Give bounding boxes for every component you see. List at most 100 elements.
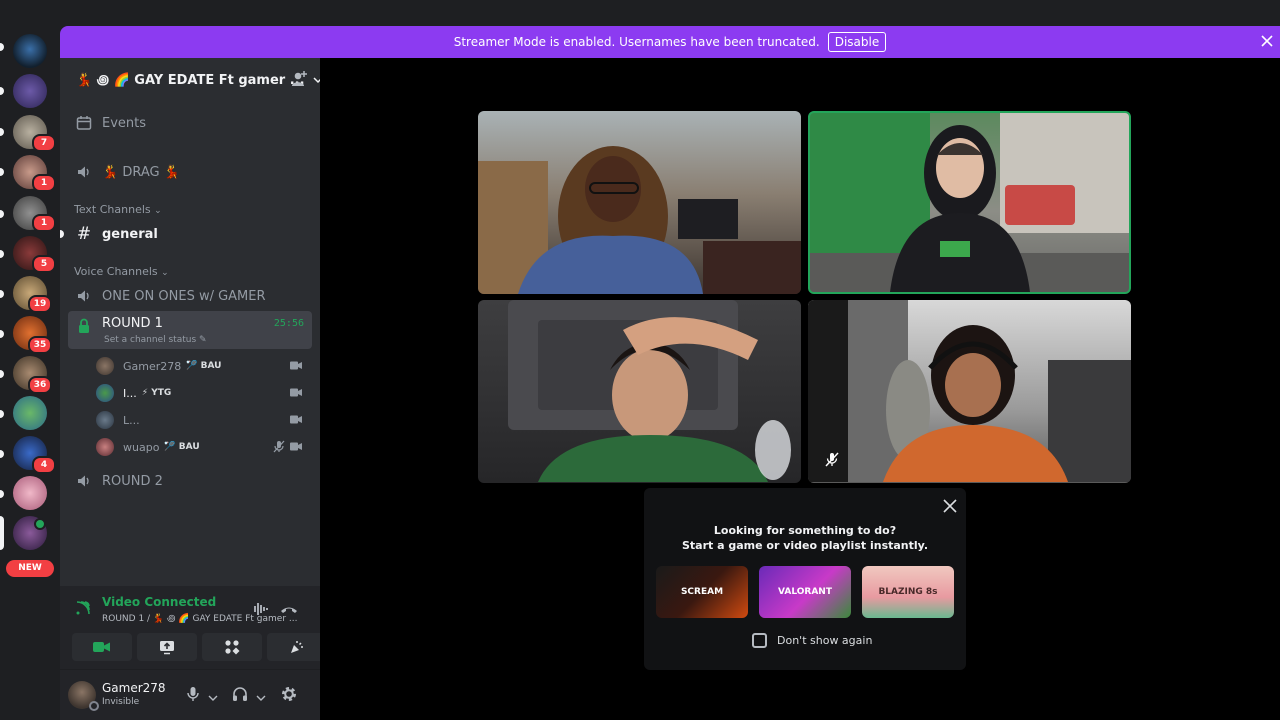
gear-icon[interactable] bbox=[280, 685, 298, 707]
mic-muted-icon bbox=[273, 440, 285, 453]
member-tag: YTG bbox=[151, 388, 172, 398]
pencil-icon: ✎ bbox=[199, 335, 207, 345]
mention-badge: 7 bbox=[32, 134, 56, 152]
user-panel: Gamer278 Invisible bbox=[60, 670, 320, 720]
channel-label: 💃 DRAG 💃 bbox=[102, 164, 180, 180]
add-member-icon[interactable] bbox=[290, 70, 308, 92]
video-icon bbox=[290, 415, 302, 424]
video-icon bbox=[290, 388, 302, 397]
tag-icon: 🏸 bbox=[164, 442, 176, 452]
channel-one-on-ones[interactable]: ONE ON ONES w/ GAMER bbox=[68, 282, 312, 310]
soundboard-button[interactable] bbox=[267, 633, 327, 661]
unread-indicator bbox=[0, 43, 4, 51]
voice-member[interactable]: Gamer278 🏸 BAU bbox=[96, 354, 310, 378]
video-tile[interactable] bbox=[808, 300, 1131, 483]
mention-badge: 36 bbox=[28, 376, 52, 394]
channel-label: ROUND 2 bbox=[102, 473, 163, 489]
tag-icon: ⚡ bbox=[141, 388, 149, 398]
headphones-icon[interactable] bbox=[232, 686, 248, 706]
voice-status-title[interactable]: Video Connected bbox=[102, 595, 216, 609]
unread-indicator bbox=[0, 210, 4, 218]
channel-drag[interactable]: 💃 DRAG 💃 bbox=[68, 158, 312, 186]
hashtag-icon: # bbox=[76, 224, 92, 244]
chevron-down-icon: ⌄ bbox=[154, 206, 162, 216]
voice-member[interactable]: I... ⚡ YTG bbox=[96, 381, 310, 405]
video-icon bbox=[290, 442, 302, 451]
unread-indicator bbox=[0, 128, 4, 136]
dont-show-again-checkbox[interactable]: Don't show again bbox=[752, 633, 872, 648]
lock-speaker-icon bbox=[74, 316, 94, 336]
chevron-down-icon[interactable] bbox=[208, 688, 218, 707]
avatar bbox=[96, 384, 114, 402]
mention-badge: 35 bbox=[28, 336, 52, 354]
banner-message: Streamer Mode is enabled. Usernames have… bbox=[453, 35, 820, 49]
tag-icon: 🏸 bbox=[186, 361, 198, 371]
unread-indicator bbox=[0, 330, 4, 338]
call-timer: 25:56 bbox=[273, 318, 304, 329]
unread-indicator bbox=[0, 490, 4, 498]
screen-share-button[interactable] bbox=[137, 633, 197, 661]
screen-share-icon bbox=[160, 641, 174, 655]
video-feed bbox=[508, 300, 791, 482]
unread-indicator bbox=[0, 410, 4, 418]
disable-button[interactable]: Disable bbox=[827, 32, 887, 52]
server-icon[interactable] bbox=[13, 74, 47, 108]
guild-header[interactable]: 💃 ꩜ 🌈 GAY EDATE Ft gamer ... bbox=[60, 58, 323, 100]
category-label: Voice Channels bbox=[74, 265, 158, 278]
chevron-down-icon[interactable] bbox=[256, 688, 266, 707]
server-icon[interactable] bbox=[13, 476, 47, 510]
checkbox[interactable] bbox=[752, 633, 767, 648]
close-icon[interactable] bbox=[1258, 32, 1276, 50]
server-icon[interactable] bbox=[13, 34, 47, 68]
signal-icon[interactable] bbox=[75, 600, 91, 620]
chevron-down-icon: ⌄ bbox=[161, 268, 169, 278]
activity-card[interactable]: BLAZING 8s bbox=[862, 566, 954, 618]
category-label: Text Channels bbox=[74, 203, 151, 216]
avatar bbox=[96, 357, 114, 375]
microphone-icon[interactable] bbox=[186, 686, 200, 706]
unread-indicator bbox=[0, 290, 4, 298]
channel-round-2[interactable]: ROUND 2 bbox=[68, 467, 312, 495]
speaker-icon bbox=[74, 162, 94, 182]
voice-connection-panel: Video Connected ROUND 1 / 💃 ꩜ 🌈 GAY EDAT… bbox=[60, 586, 327, 670]
mention-badge: 5 bbox=[32, 255, 56, 273]
member-tag: BAU bbox=[200, 361, 222, 371]
video-tile[interactable] bbox=[478, 111, 801, 294]
user-name[interactable]: Gamer278 bbox=[102, 681, 166, 695]
mention-badge: 1 bbox=[32, 214, 56, 232]
disconnect-icon[interactable] bbox=[280, 601, 298, 621]
voice-channels-category[interactable]: Voice Channels ⌄ bbox=[74, 265, 169, 278]
channel-general[interactable]: # general bbox=[68, 220, 312, 248]
mention-badge: 1 bbox=[32, 174, 56, 192]
events-label: Events bbox=[102, 115, 147, 131]
activity-card[interactable]: VALORANT bbox=[759, 566, 851, 618]
channel-round-1[interactable]: ROUND 1 25:56 Set a channel status ✎ bbox=[68, 311, 312, 349]
activities-button[interactable] bbox=[202, 633, 262, 661]
close-icon[interactable] bbox=[942, 498, 958, 518]
member-name: Gamer278 bbox=[123, 359, 182, 373]
popup-message: Looking for something to do? Start a gam… bbox=[644, 523, 966, 553]
selected-indicator bbox=[0, 516, 4, 550]
status-label: Set a channel status bbox=[104, 335, 197, 345]
unread-indicator bbox=[0, 250, 4, 258]
text-channels-category[interactable]: Text Channels ⌄ bbox=[74, 203, 162, 216]
member-name: I... bbox=[123, 386, 137, 400]
voice-activity-icon bbox=[34, 518, 46, 530]
activity-card[interactable]: SCREAM bbox=[656, 566, 748, 618]
user-status: Invisible bbox=[102, 697, 140, 707]
avatar bbox=[96, 411, 114, 429]
voice-member[interactable]: wuapo 🏸 BAU bbox=[96, 435, 310, 459]
channel-label: ONE ON ONES w/ GAMER bbox=[102, 288, 266, 304]
events-item[interactable]: Events bbox=[68, 109, 312, 137]
video-icon bbox=[93, 642, 110, 652]
new-badge: NEW bbox=[6, 560, 54, 577]
video-tile[interactable] bbox=[478, 300, 801, 483]
unread-indicator bbox=[0, 370, 4, 378]
voice-status-subtitle[interactable]: ROUND 1 / 💃 ꩜ 🌈 GAY EDATE Ft gamer ... bbox=[102, 612, 297, 625]
set-channel-status[interactable]: Set a channel status ✎ bbox=[104, 335, 207, 345]
noise-suppression-icon[interactable] bbox=[250, 601, 268, 621]
voice-member[interactable]: L... bbox=[96, 408, 310, 432]
camera-button[interactable] bbox=[72, 633, 132, 661]
server-icon[interactable] bbox=[13, 396, 47, 430]
video-tile-speaking[interactable] bbox=[808, 111, 1131, 294]
